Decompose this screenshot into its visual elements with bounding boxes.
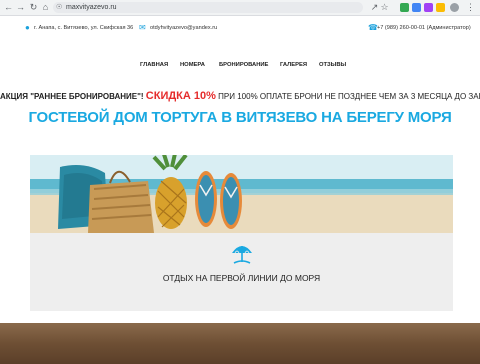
forward-icon[interactable]: → bbox=[16, 3, 25, 12]
bookmark-icon[interactable]: ☆ bbox=[380, 3, 389, 12]
extension-icon[interactable] bbox=[436, 3, 445, 12]
wooden-floor-image bbox=[0, 323, 480, 364]
share-icon[interactable]: ↗ bbox=[370, 3, 379, 12]
email-link[interactable]: otdyhvityazevo@yandex.ru bbox=[150, 24, 217, 32]
menu-icon[interactable]: ⋮ bbox=[466, 3, 475, 12]
extension-icon[interactable] bbox=[412, 3, 421, 12]
feature-text: ОТДЫХ НА ПЕРВОЙ ЛИНИИ ДО МОРЯ bbox=[162, 273, 321, 283]
profile-avatar[interactable] bbox=[450, 3, 459, 12]
phone-link[interactable]: +7 (989) 260-00-01 (Администратор) bbox=[377, 24, 471, 32]
nav-item-home[interactable]: ГЛАВНАЯ bbox=[140, 61, 168, 70]
location-icon: ● bbox=[25, 23, 30, 32]
nav-item-reviews[interactable]: ОТЗЫВЫ bbox=[319, 61, 346, 70]
beach-scene-illustration bbox=[30, 155, 453, 233]
promo-suffix: ПРИ 100% ОПЛАТЕ БРОНИ НЕ ПОЗДНЕЕ ЧЕМ ЗА … bbox=[218, 92, 480, 101]
nav-item-booking[interactable]: БРОНИРОВАНИЕ bbox=[219, 61, 268, 70]
email-icon: ✉ bbox=[139, 23, 146, 32]
nav-item-gallery[interactable]: ГАЛЕРЕЯ bbox=[280, 61, 307, 70]
promo-prefix: АКЦИЯ "РАННЕЕ БРОНИРОВАНИЕ"! bbox=[0, 92, 144, 101]
main-nav: ГЛАВНАЯ НОМЕРА БРОНИРОВАНИЕ ГАЛЕРЕЯ ОТЗЫ… bbox=[0, 61, 480, 71]
hero-beach-image bbox=[30, 155, 453, 233]
beach-umbrella-icon bbox=[232, 246, 252, 264]
extension-icon[interactable] bbox=[400, 3, 409, 12]
nav-item-rooms[interactable]: НОМЕРА bbox=[180, 61, 205, 70]
address-text: г. Анапа, с. Витязево, ул. Скифская 36 bbox=[34, 25, 134, 31]
home-icon[interactable]: ⌂ bbox=[41, 3, 50, 12]
site-info-icon[interactable]: ☉ bbox=[56, 3, 62, 12]
page-title: ГОСТЕВОЙ ДОМ ТОРТУГА В ВИТЯЗЕВО НА БЕРЕГ… bbox=[28, 109, 452, 126]
promo-discount: СКИДКА 10% bbox=[145, 90, 216, 102]
promo-banner: АКЦИЯ "РАННЕЕ БРОНИРОВАНИЕ"! СКИДКА 10% … bbox=[0, 90, 480, 103]
reload-icon[interactable]: ↻ bbox=[29, 3, 38, 12]
url-text: maxvityazevo.ru bbox=[66, 4, 117, 11]
address-bar[interactable]: ☉ maxvityazevo.ru bbox=[53, 2, 363, 13]
extension-icon[interactable] bbox=[424, 3, 433, 12]
browser-toolbar: ← → ↻ ⌂ ☉ maxvityazevo.ru ↗ ☆ ⋮ bbox=[0, 0, 480, 16]
feature-panel: ОТДЫХ НА ПЕРВОЙ ЛИНИИ ДО МОРЯ bbox=[30, 233, 453, 311]
back-icon[interactable]: ← bbox=[4, 3, 13, 12]
